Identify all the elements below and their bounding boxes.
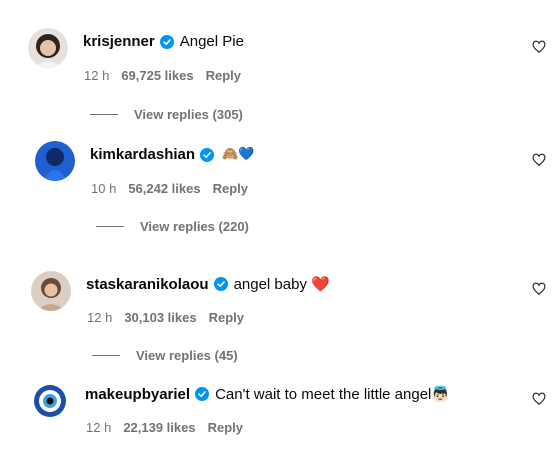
likes-count[interactable]: 56,242 likes [128, 181, 200, 196]
timestamp[interactable]: 10 h [91, 181, 116, 196]
divider [96, 226, 124, 227]
likes-count[interactable]: 22,139 likes [123, 420, 195, 435]
verified-badge-icon [195, 387, 210, 401]
timestamp[interactable]: 12 h [86, 420, 111, 435]
reply-button[interactable]: Reply [208, 420, 243, 435]
view-replies-label: View replies (305) [134, 107, 243, 122]
username[interactable]: staskaranikolaou [86, 276, 209, 293]
avatar-image [30, 381, 70, 421]
comment-text: 🙈💙 [222, 147, 255, 162]
avatar[interactable] [28, 28, 68, 68]
comment-text: Can't wait to meet the little angel👼🏻 [215, 386, 451, 403]
comment-text: angel baby ❤️ [233, 276, 330, 293]
likes-count[interactable]: 30,103 likes [124, 310, 196, 325]
avatar-image [31, 271, 71, 311]
view-replies-button[interactable]: View replies (220) [96, 219, 249, 234]
verified-badge-icon [159, 34, 174, 49]
divider [90, 114, 118, 115]
timestamp[interactable]: 12 h [87, 310, 112, 325]
avatar-image [28, 28, 68, 68]
verified-badge-icon [200, 147, 215, 162]
verified-badge-icon [213, 277, 228, 291]
avatar-image [35, 141, 75, 181]
reply-button[interactable]: Reply [213, 181, 248, 196]
reply-button[interactable]: Reply [206, 68, 241, 83]
avatar[interactable] [35, 141, 75, 181]
username[interactable]: kimkardashian [90, 146, 195, 163]
heart-outline-icon[interactable] [532, 392, 546, 406]
username[interactable]: krisjenner [83, 33, 155, 50]
divider [92, 355, 120, 356]
view-replies-button[interactable]: View replies (305) [90, 107, 243, 122]
avatar[interactable] [31, 271, 71, 311]
view-replies-label: View replies (45) [136, 348, 238, 363]
heart-outline-icon[interactable] [532, 282, 546, 296]
comment-text: Angel Pie [179, 33, 244, 50]
view-replies-button[interactable]: View replies (45) [92, 348, 238, 363]
username[interactable]: makeupbyariel [85, 386, 190, 403]
timestamp[interactable]: 12 h [84, 68, 109, 83]
heart-outline-icon[interactable] [532, 153, 546, 167]
heart-outline-icon[interactable] [532, 40, 546, 54]
view-replies-label: View replies (220) [140, 219, 249, 234]
reply-button[interactable]: Reply [209, 310, 244, 325]
avatar[interactable] [30, 381, 70, 421]
likes-count[interactable]: 69,725 likes [121, 68, 193, 83]
